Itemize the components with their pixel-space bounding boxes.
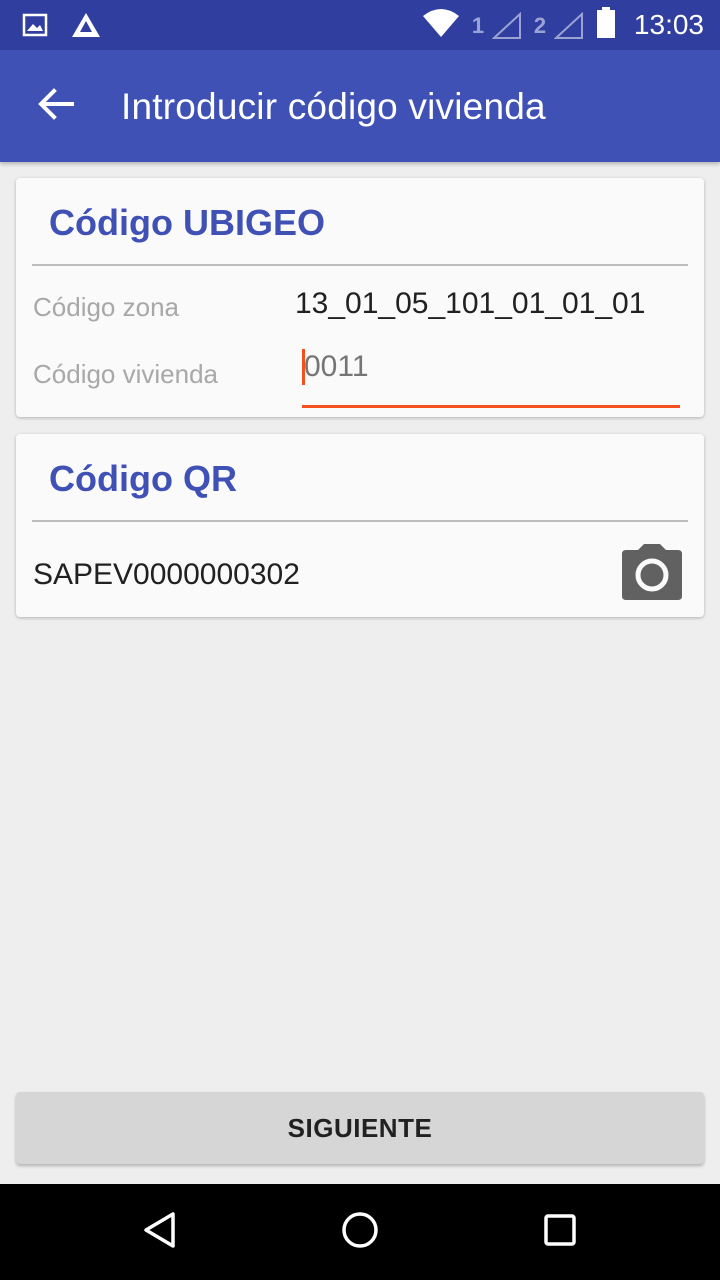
signal-sim1-icon: 1: [472, 11, 522, 39]
nav-home-button[interactable]: [336, 1208, 384, 1256]
next-button[interactable]: SIGUIENTE: [16, 1092, 704, 1164]
vivienda-input[interactable]: 0011: [302, 346, 680, 408]
recents-square-icon: [540, 1210, 580, 1255]
sim1-label: 1: [471, 13, 485, 38]
back-triangle-icon: [140, 1210, 180, 1255]
sim2-label: 2: [533, 13, 547, 38]
input-underline: [302, 405, 680, 408]
scan-qr-button[interactable]: [620, 544, 684, 600]
zona-value: 13_01_05_101_01_01_01: [295, 287, 646, 320]
nav-recents-button[interactable]: [536, 1208, 584, 1256]
qr-card-title: Código QR: [49, 458, 237, 499]
ubigeo-card: Código UBIGEO Código zona 13_01_05_101_0…: [16, 178, 704, 417]
signal-sim2-icon: 2: [534, 11, 584, 39]
qr-card: Código QR SAPEV0000000302: [16, 434, 704, 617]
camera-icon: [620, 544, 684, 604]
battery-icon: [596, 6, 616, 44]
zona-label: Código zona: [33, 292, 179, 322]
nav-back-button[interactable]: [136, 1208, 184, 1256]
home-circle-icon: [340, 1210, 380, 1255]
app-bar: Introducir código vivienda: [0, 50, 720, 162]
ubigeo-divider: [32, 264, 688, 266]
vivienda-label: Código vivienda: [33, 359, 219, 389]
ubigeo-card-title: Código UBIGEO: [49, 202, 325, 243]
qr-value: SAPEV0000000302: [33, 558, 300, 591]
status-bar: 1 2 13:03: [0, 0, 720, 50]
page-title: Introducir código vivienda: [121, 86, 546, 127]
navigation-bar: [0, 1184, 720, 1280]
wifi-icon: [422, 8, 460, 43]
vivienda-input-value: 0011: [304, 350, 369, 383]
qr-divider: [32, 520, 688, 522]
arrow-back-icon: [38, 87, 74, 125]
app-icon: [70, 11, 102, 44]
back-button[interactable]: [30, 80, 82, 132]
image-icon: [22, 13, 48, 42]
clock: 13:03: [633, 9, 704, 40]
